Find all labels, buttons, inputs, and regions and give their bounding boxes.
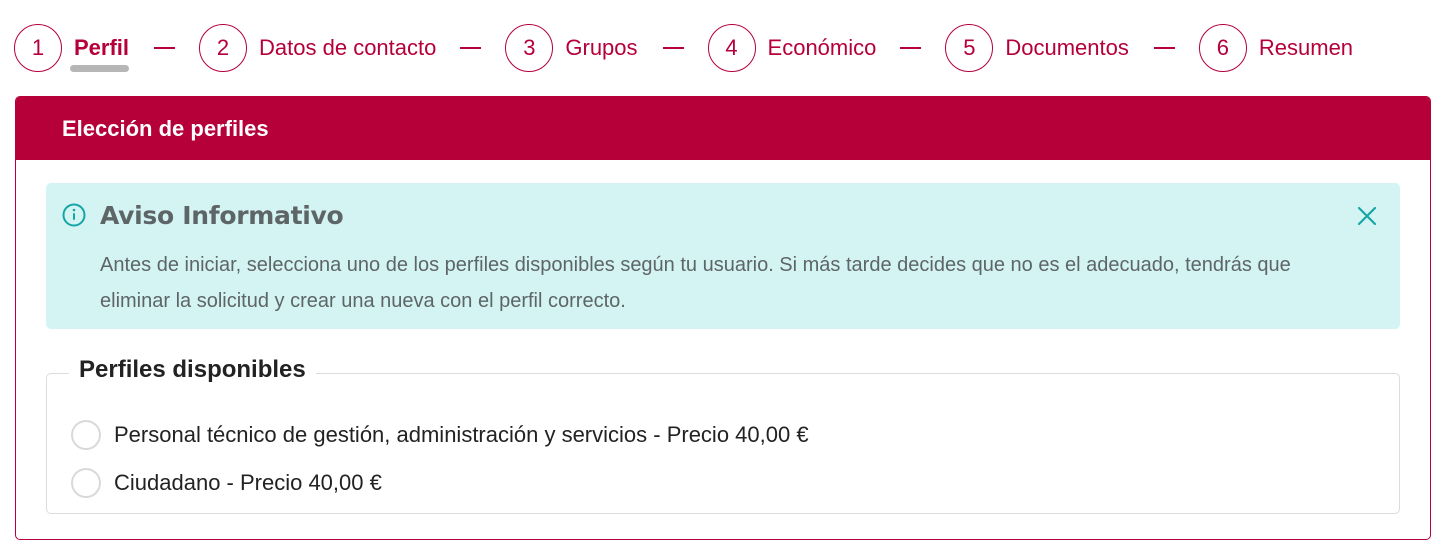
profile-option-personal-tecnico[interactable]: Personal técnico de gestión, administrac… xyxy=(71,420,809,450)
info-circle-icon xyxy=(62,203,86,227)
step-separator xyxy=(1153,47,1175,49)
profile-option-ciudadano[interactable]: Ciudadano - Precio 40,00 € xyxy=(71,468,382,498)
alert-message: Antes de iniciar, selecciona uno de los … xyxy=(100,254,1291,312)
step-separator xyxy=(460,47,482,49)
step-number: 1 xyxy=(14,24,62,72)
step-separator xyxy=(900,47,922,49)
step-resumen[interactable]: 6 Resumen xyxy=(1198,24,1354,72)
step-number: 4 xyxy=(707,24,756,72)
step-number: 2 xyxy=(199,24,248,72)
step-label: Documentos xyxy=(1005,35,1129,60)
step-label: Perfil xyxy=(69,35,130,72)
step-label: Resumen xyxy=(1258,35,1354,60)
step-grupos[interactable]: 3 Grupos xyxy=(505,24,638,72)
step-documentos[interactable]: 5 Documentos xyxy=(945,24,1129,72)
info-alert: Aviso Informativo Antes de iniciar, sele… xyxy=(46,183,1400,329)
profile-option-label: Personal técnico de gestión, administrac… xyxy=(114,422,809,447)
alert-title: Aviso Informativo xyxy=(100,201,344,230)
step-datos-de-contacto[interactable]: 2 Datos de contacto xyxy=(199,24,436,72)
radio-button[interactable] xyxy=(71,468,101,498)
step-label: Datos de contacto xyxy=(259,35,437,60)
step-number: 3 xyxy=(505,24,554,72)
step-separator xyxy=(154,47,176,49)
step-label: Económico xyxy=(767,35,877,60)
card-title: Elección de perfiles xyxy=(16,97,1430,160)
step-number: 6 xyxy=(1198,24,1247,72)
radio-button[interactable] xyxy=(71,420,101,450)
step-economico[interactable]: 4 Económico xyxy=(707,24,877,72)
step-number: 5 xyxy=(945,24,994,72)
wizard-stepper: 1 Perfil 2 Datos de contacto 3 Grupos 4 … xyxy=(14,24,1353,72)
profiles-legend: Perfiles disponibles xyxy=(69,356,316,384)
profile-selection-card: Elección de perfiles Aviso Informativo A… xyxy=(15,96,1431,540)
close-icon[interactable] xyxy=(1356,205,1378,227)
profile-option-label: Ciudadano - Precio 40,00 € xyxy=(114,470,382,495)
step-label: Grupos xyxy=(565,35,638,60)
available-profiles-group: Perfiles disponibles Personal técnico de… xyxy=(46,356,1400,514)
step-separator xyxy=(662,47,684,49)
step-perfil[interactable]: 1 Perfil xyxy=(14,24,130,72)
